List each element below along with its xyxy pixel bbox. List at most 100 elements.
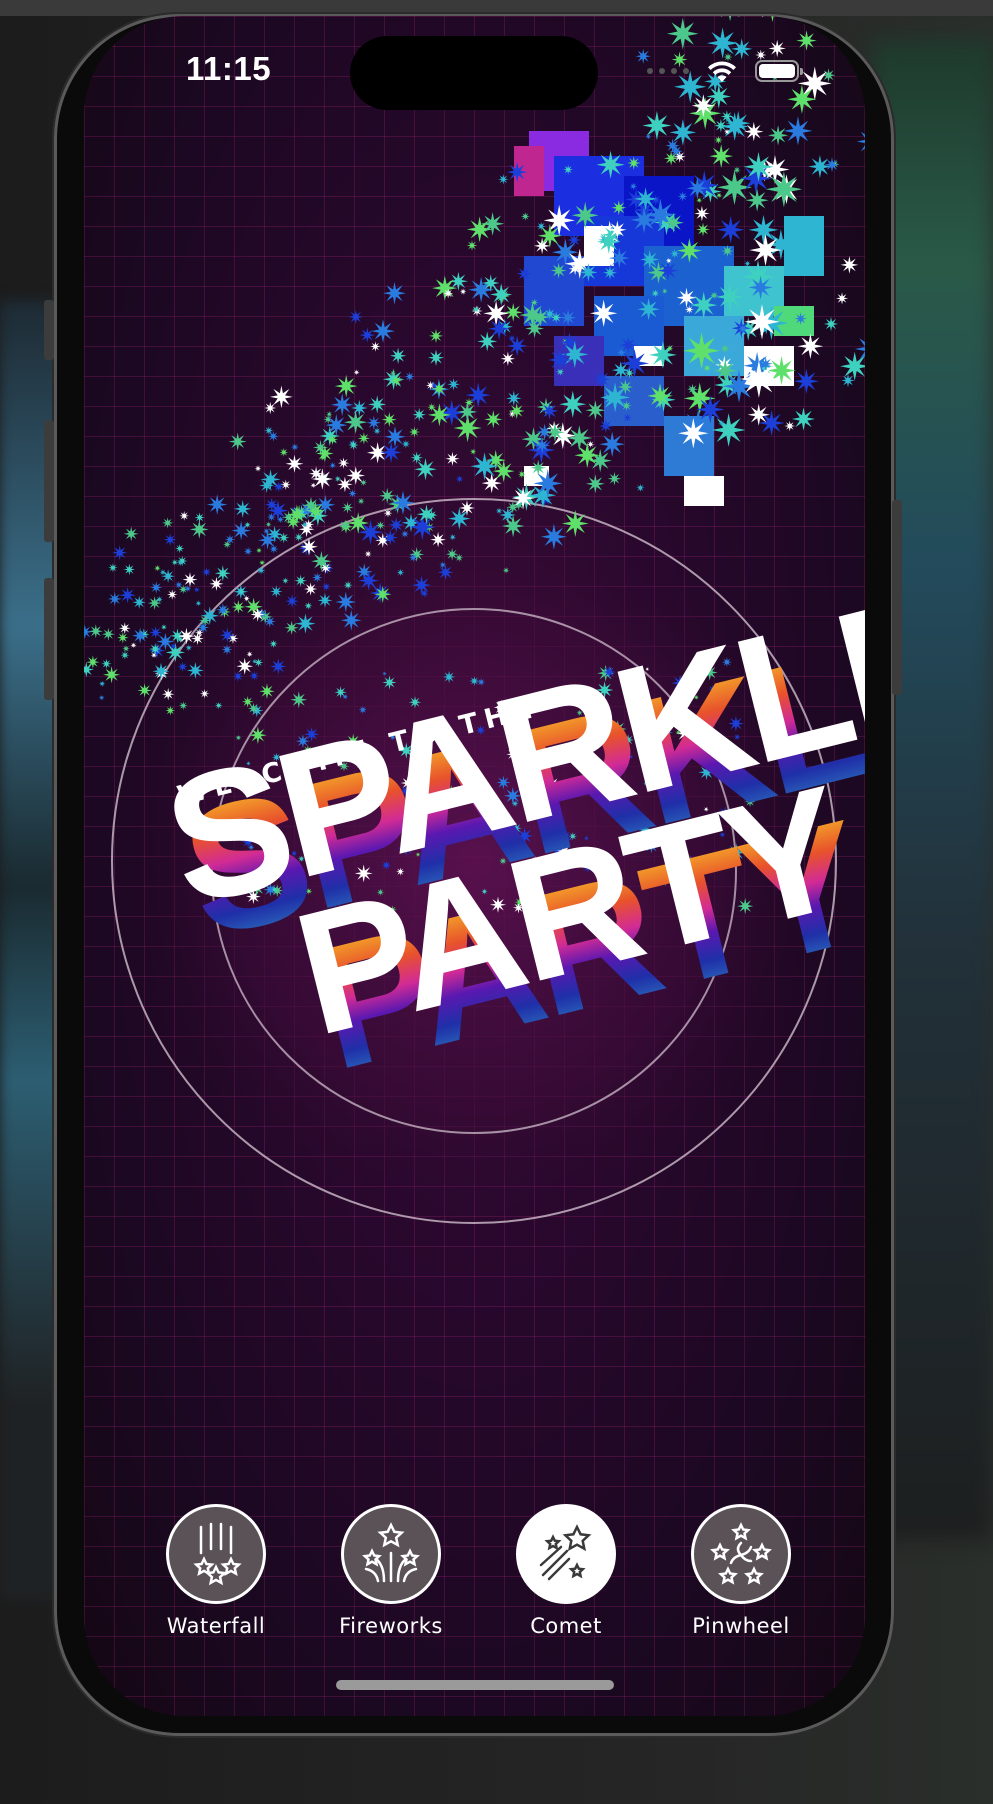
sparkle-star — [696, 222, 710, 237]
sparkle-star — [561, 509, 589, 537]
sparkle-star — [797, 333, 824, 359]
sparkle-star — [389, 347, 407, 364]
volume-up-button — [44, 420, 54, 542]
sparkle-star — [160, 624, 167, 631]
sparkle-star — [383, 281, 406, 305]
sparkle-star — [783, 116, 813, 146]
sparkle-star — [796, 30, 817, 51]
sparkle-star — [149, 642, 162, 656]
sparkle-star — [709, 144, 734, 168]
sparkle-star — [636, 483, 645, 492]
volume-down-button — [44, 578, 54, 700]
sparkle-star — [566, 425, 593, 451]
sparkle-star — [163, 533, 177, 547]
sparkle-star — [642, 111, 672, 141]
sparkle-star — [428, 328, 444, 343]
sparkle-star — [527, 436, 556, 464]
sparkle-star — [533, 469, 563, 498]
sparkle-star — [687, 383, 698, 395]
sparkle-star — [279, 447, 289, 457]
sparkle-star — [368, 395, 387, 414]
sparkle-star — [341, 501, 354, 514]
sparkle-star — [353, 369, 360, 376]
sparkle-star — [294, 574, 307, 587]
sparkle-star — [710, 291, 719, 300]
sparkle-star — [835, 292, 849, 305]
sparkle-star — [533, 237, 551, 255]
sparkle-star — [254, 465, 262, 472]
sparkle-star — [840, 256, 859, 274]
comet-button[interactable]: Comet — [486, 1504, 646, 1638]
sparkle-star — [404, 371, 415, 382]
sparkle-star — [137, 683, 152, 698]
sparkle-star — [316, 444, 334, 463]
sparkle-star — [185, 644, 193, 652]
sparkle-star — [259, 559, 266, 566]
sparkle-star — [339, 519, 351, 532]
sparkle-star — [214, 565, 231, 582]
sparkle-party-artwork[interactable]: SPARKLE PARTY WELCOME TO THE SPARKLE PAR… — [84, 16, 865, 1266]
sparkle-star — [103, 666, 121, 684]
sparkle-star — [285, 454, 304, 473]
sparkle-star — [731, 38, 753, 60]
home-indicator[interactable] — [336, 1680, 614, 1690]
sparkle-star — [408, 426, 420, 438]
sparkle-star — [568, 262, 582, 276]
sparkle-star — [600, 382, 631, 413]
sparkle-star — [189, 519, 209, 539]
sparkle-star — [130, 642, 137, 649]
fireworks-icon — [341, 1504, 441, 1604]
sparkle-star — [326, 410, 333, 418]
sparkle-star — [191, 632, 204, 645]
sparkle-star — [132, 595, 146, 610]
sparkle-star — [195, 600, 202, 607]
sparkle-star — [120, 650, 130, 660]
sparkle-star — [540, 402, 559, 420]
sparkle-star — [721, 244, 734, 257]
comet-icon — [516, 1504, 616, 1604]
sparkle-star — [791, 407, 816, 431]
sparkle-star — [300, 537, 318, 556]
sparkle-star — [269, 544, 279, 554]
sparkle-star — [174, 580, 183, 589]
sparkle-star — [280, 479, 292, 491]
sparkle-star — [347, 512, 370, 534]
sparkle-star — [744, 304, 780, 340]
sparkle-star — [379, 487, 396, 504]
fireworks-label: Fireworks — [339, 1614, 443, 1638]
sparkle-star — [182, 572, 198, 588]
cellular-dots-icon — [647, 68, 689, 74]
fireworks-button[interactable]: Fireworks — [311, 1504, 471, 1638]
sparkle-star — [329, 461, 337, 469]
sparkle-star — [84, 624, 93, 640]
pinwheel-button[interactable]: Pinwheel — [661, 1504, 821, 1638]
sparkle-star — [808, 155, 832, 179]
sparkle-star — [743, 151, 774, 182]
sparkle-star — [381, 412, 397, 428]
sparkle-star — [206, 494, 228, 515]
sparkle-star — [691, 94, 715, 118]
waterfall-button[interactable]: Waterfall — [136, 1504, 296, 1638]
sparkle-star — [665, 257, 672, 264]
status-icons — [647, 58, 803, 84]
sparkle-star — [470, 452, 499, 481]
sparkle-star — [828, 16, 857, 41]
sparkle-star — [767, 125, 789, 146]
sparkle-star — [566, 232, 582, 248]
wifi-icon — [708, 61, 736, 82]
sparkle-star — [443, 288, 454, 299]
sparkle-star — [101, 658, 112, 669]
sparkle-star — [359, 327, 375, 343]
sparkle-star — [607, 471, 622, 486]
sparkle-star — [382, 529, 399, 546]
sparkle-star — [221, 644, 233, 656]
sparkle-star — [301, 521, 309, 528]
sparkle-star — [598, 419, 613, 434]
sparkle-star — [543, 204, 575, 237]
sparkle-star — [645, 133, 652, 140]
sparkle-star — [286, 504, 308, 525]
sparkle-star — [337, 476, 353, 493]
sparkle-star — [334, 374, 358, 398]
sparkle-star — [545, 422, 565, 442]
sparkle-star — [480, 212, 505, 236]
